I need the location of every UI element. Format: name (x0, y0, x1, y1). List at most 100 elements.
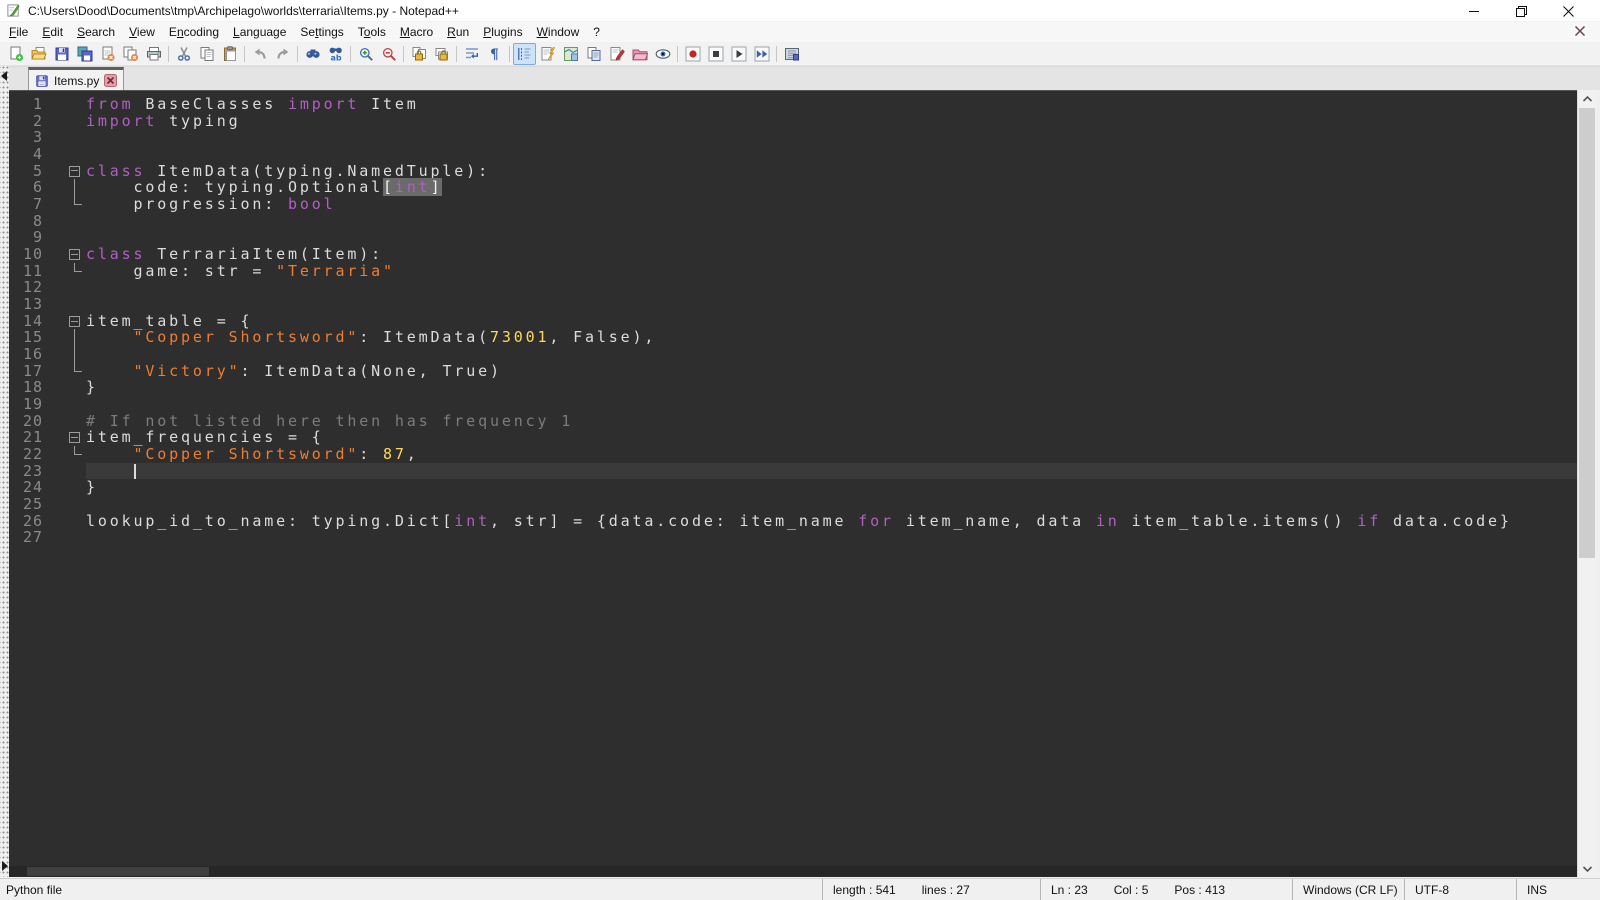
toolbar-zoom-in-button[interactable] (354, 43, 377, 65)
line-number: 9 (9, 229, 48, 246)
toolbar-show-all-characters-button[interactable]: ¶ (483, 43, 506, 65)
toolbar-save-all-button[interactable] (73, 43, 96, 65)
line-number: 17 (9, 363, 48, 380)
macro-run-multiple-icon (754, 46, 770, 62)
status-eol-format[interactable]: Windows (CR LF) (1292, 879, 1404, 900)
toolbar-show-indent-guide-button[interactable] (513, 43, 536, 65)
toolbar-zoom-out-button[interactable] (377, 43, 400, 65)
word-wrap-icon (464, 46, 480, 62)
scroll-down-arrow-icon[interactable] (1578, 860, 1596, 877)
menu-item-file[interactable]: File (2, 23, 35, 41)
collapse-left-arrow-icon[interactable] (1, 71, 7, 81)
menu-item-help[interactable]: ? (586, 23, 607, 41)
close-button[interactable] (1545, 0, 1592, 22)
toolbar-open-file-button[interactable] (27, 43, 50, 65)
horizontal-scrollbar-thumb[interactable] (27, 867, 209, 876)
editor-pane[interactable]: 1from BaseClasses import Item2import typ… (9, 90, 1577, 877)
expand-right-arrow-icon[interactable] (2, 861, 8, 871)
toolbar-undo-button[interactable] (248, 43, 271, 65)
toolbar-document-map-button[interactable] (559, 43, 582, 65)
toolbar-macro-run-multiple-button[interactable] (750, 43, 773, 65)
toolbar-folder-as-workspace-button[interactable] (628, 43, 651, 65)
code-line: 12 (9, 279, 1577, 296)
menu-item-search[interactable]: Search (70, 23, 122, 41)
toolbar-monitoring-button[interactable] (651, 43, 674, 65)
toolbar-find-button[interactable] (301, 43, 324, 65)
toolbar-macro-save-button[interactable] (780, 43, 803, 65)
toolbar-document-list-button[interactable] (582, 43, 605, 65)
code-line: 17 "Victory": ItemData(None, True) (9, 363, 1577, 380)
menu-item-window[interactable]: Window (530, 23, 587, 41)
fold-margin (48, 96, 86, 113)
minimize-button[interactable] (1451, 0, 1498, 22)
status-length: length : 541 (833, 883, 896, 897)
line-number: 25 (9, 496, 48, 513)
code-text: import typing (86, 113, 1577, 130)
vertical-scrollbar[interactable] (1577, 90, 1595, 877)
fold-margin (48, 163, 86, 180)
status-bar: Python file length : 541 lines : 27 Ln :… (0, 878, 1600, 900)
toolbar-new-file-button[interactable] (4, 43, 27, 65)
menu-item-plugins[interactable]: Plugins (476, 23, 529, 41)
close-all-icon (123, 46, 139, 62)
toolbar-close-file-button[interactable] (96, 43, 119, 65)
tab-bar: Items.py (9, 66, 1600, 90)
code-text (86, 213, 1577, 230)
line-number: 22 (9, 446, 48, 463)
toolbar-cut-button[interactable] (172, 43, 195, 65)
menu-item-view[interactable]: View (122, 23, 162, 41)
close-document-x-icon[interactable] (1574, 25, 1586, 37)
restore-button[interactable] (1498, 0, 1545, 22)
toolbar-macro-record-button[interactable] (681, 43, 704, 65)
fold-toggle-icon[interactable] (69, 316, 80, 327)
menu-item-run[interactable]: Run (440, 23, 476, 41)
toolbar-sync-horizontal-scroll-button[interactable] (430, 43, 453, 65)
cut-icon (176, 46, 192, 62)
code-text: game: str = "Terraria" (86, 263, 1577, 280)
toolbar-save-file-button[interactable] (50, 43, 73, 65)
fold-margin (48, 329, 86, 346)
menu-item-tools[interactable]: Tools (351, 23, 393, 41)
menu-item-edit[interactable]: Edit (35, 23, 70, 41)
status-encoding[interactable]: UTF-8 (1404, 879, 1516, 900)
code-text: "Victory": ItemData(None, True) (86, 363, 1577, 380)
code-line: 8 (9, 213, 1577, 230)
code-text: lookup_id_to_name: typing.Dict[int, str]… (86, 513, 1577, 530)
toolbar-macro-play-button[interactable] (727, 43, 750, 65)
status-length-lines: length : 541 lines : 27 (822, 879, 1040, 900)
code-text (86, 346, 1577, 363)
toolbar-print-button[interactable] (142, 43, 165, 65)
line-number: 24 (9, 479, 48, 496)
toolbar-macro-stop-button[interactable] (704, 43, 727, 65)
toolbar-copy-button[interactable] (195, 43, 218, 65)
tab-items-py[interactable]: Items.py (28, 67, 124, 91)
line-number: 21 (9, 429, 48, 446)
horizontal-scrollbar[interactable] (9, 866, 1577, 877)
toolbar-sync-vertical-scroll-button[interactable] (407, 43, 430, 65)
fold-toggle-icon[interactable] (69, 166, 80, 177)
toolbar-redo-button[interactable] (271, 43, 294, 65)
toolbar-edit-marker-button[interactable] (605, 43, 628, 65)
toolbar-close-all-button[interactable] (119, 43, 142, 65)
vertical-scrollbar-thumb[interactable] (1579, 108, 1595, 558)
menu-item-encoding[interactable]: Encoding (162, 23, 226, 41)
menu-item-settings[interactable]: Settings (293, 23, 350, 41)
line-number: 1 (9, 96, 48, 113)
status-insert-mode[interactable]: INS (1516, 879, 1600, 900)
toolbar-word-wrap-button[interactable] (460, 43, 483, 65)
toolbar-function-list-button[interactable] (536, 43, 559, 65)
code-text (86, 496, 1577, 513)
fold-toggle-icon[interactable] (69, 432, 80, 443)
tab-close-icon[interactable] (104, 74, 117, 87)
fold-margin (48, 463, 86, 480)
line-number: 4 (9, 146, 48, 163)
menu-item-macro[interactable]: Macro (393, 23, 440, 41)
toolbar-paste-button[interactable] (218, 43, 241, 65)
zoom-in-icon (358, 46, 374, 62)
fold-toggle-icon[interactable] (69, 249, 80, 260)
toolbar-replace-button[interactable]: ab (324, 43, 347, 65)
menu-item-language[interactable]: Language (226, 23, 293, 41)
scroll-up-arrow-icon[interactable] (1578, 90, 1596, 107)
dock-grip-strip[interactable] (0, 66, 9, 877)
code-line: 26lookup_id_to_name: typing.Dict[int, st… (9, 513, 1577, 530)
